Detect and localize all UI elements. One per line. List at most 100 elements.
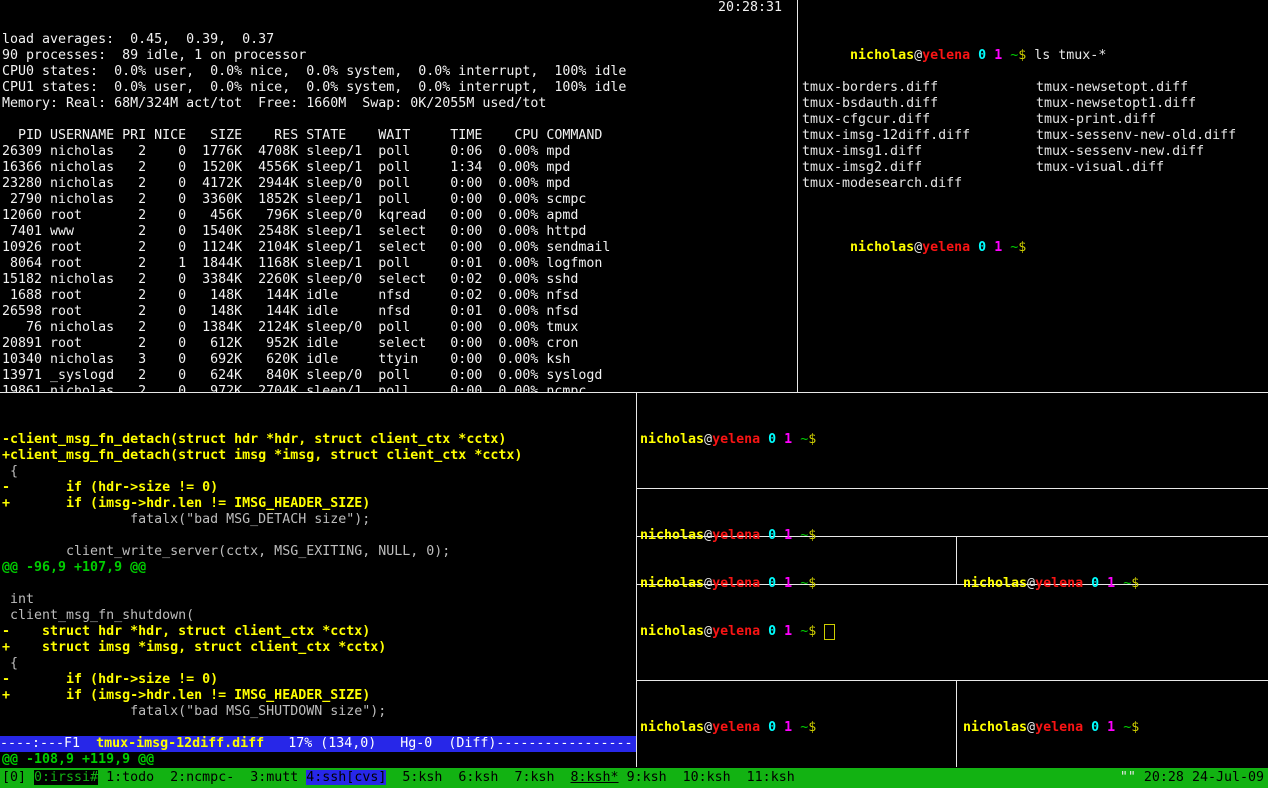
prompt-part: 1 [784, 432, 792, 447]
prompt-part: @ [1027, 720, 1035, 735]
shell-prompt-line: nicholas@yelena 0 1 ~$ [802, 224, 1268, 240]
shell-pane-1[interactable]: nicholas@yelena 0 1 ~$ [637, 393, 1268, 495]
file-name: tmux-cfgcur.diff [802, 112, 1036, 128]
diff-line-added: + if (imsg->hdr.len != IMSG_HEADER_SIZE) [2, 496, 636, 512]
shell-pane-7[interactable]: nicholas@yelena 0 1 ~$ [957, 681, 1268, 774]
modeline-trail: ----------------- [496, 736, 632, 751]
status-window-item[interactable]: 9:ksh [627, 770, 667, 785]
modeline-filename: tmux-imsg-12diff.diff [96, 736, 264, 751]
pane-border-vertical-top [797, 0, 798, 392]
prompt-part: yelena [712, 432, 760, 447]
status-window-item[interactable]: 6:ksh [458, 770, 498, 785]
prompt-part: nicholas [640, 720, 704, 735]
status-window-item[interactable]: 5:ksh [402, 770, 442, 785]
prompt-part: yelena [1035, 720, 1083, 735]
status-sep [386, 770, 402, 785]
modeline-prefix: ----:---F1 [0, 736, 96, 751]
command-text: ls tmux-* [1026, 48, 1106, 63]
status-session: [0] [2, 770, 34, 785]
diff-line-added: +client_msg_fn_detach(struct imsg *imsg,… [2, 448, 636, 464]
file-row: tmux-modesearch.diff [802, 176, 1268, 192]
shell-pane-4[interactable]: nicholas@yelena 0 1 ~$ [957, 537, 1268, 591]
status-window-item[interactable]: 1:todo [106, 770, 154, 785]
prompt-part: 0 [768, 432, 776, 447]
status-window-item[interactable]: 10:ksh [683, 770, 731, 785]
status-window-item[interactable]: 7:ksh [514, 770, 554, 785]
top-process-monitor-pane[interactable]: load averages: 0.45, 0.39, 0.3790 proces… [0, 0, 797, 392]
modeline-info: 17% (134,0) Hg-0 (Diff) [264, 736, 496, 751]
process-row: 7401 www 2 0 1540K 2548K sleep/1 select … [2, 224, 797, 240]
diff-line-blank [2, 720, 636, 736]
process-row: 76 nicholas 2 0 1384K 2124K sleep/0 poll… [2, 320, 797, 336]
process-row: 26598 root 2 0 148K 144K idle nfsd 0:01 … [2, 304, 797, 320]
status-window-item[interactable]: 4:ssh[cvs] [306, 770, 386, 785]
shell-prompt: nicholas@yelena 0 1 ~$ [850, 240, 1026, 255]
status-sep [442, 770, 458, 785]
file-name: tmux-modesearch.diff [802, 176, 1036, 192]
file-name: tmux-newsetopt.diff [1036, 80, 1188, 95]
status-clock: 20:28 [1144, 770, 1184, 785]
diff-line-context: { [2, 464, 636, 480]
process-row: 16366 nicholas 2 0 1520K 4556K sleep/1 p… [2, 160, 797, 176]
diff-line-removed: -client_msg_fn_detach(struct hdr *hdr, s… [2, 432, 636, 448]
prompt-part [760, 720, 768, 735]
top-blank-line [2, 112, 797, 128]
file-row: tmux-imsg2.difftmux-visual.diff [802, 160, 1268, 176]
process-row: 15182 nicholas 2 0 3384K 2260K sleep/0 s… [2, 272, 797, 288]
file-name: tmux-bsdauth.diff [802, 96, 1036, 112]
prompt-part [760, 624, 768, 639]
prompt-part: nicholas [640, 624, 704, 639]
diff-line-context: { [2, 656, 636, 672]
prompt-part [792, 624, 800, 639]
diff-line-removed: - if (hdr->size != 0) [2, 672, 636, 688]
diff-line-hunk: @@ -108,9 +119,9 @@ [2, 752, 636, 768]
file-row: tmux-imsg-12diff.difftmux-sessenv-new-ol… [802, 128, 1268, 144]
process-row: 20891 root 2 0 612K 952K idle select 0:0… [2, 336, 797, 352]
prompt-part [760, 432, 768, 447]
top-output: load averages: 0.45, 0.39, 0.3790 proces… [0, 32, 797, 392]
status-window-item[interactable]: 3:mutt [250, 770, 298, 785]
process-table-header: PID USERNAME PRI NICE SIZE RES STATE WAI… [2, 128, 797, 144]
shell-pane-5-active[interactable]: nicholas@yelena 0 1 ~$ [637, 585, 1268, 687]
shell-pane-2[interactable]: nicholas@yelena 0 1 ~$ [637, 489, 1268, 543]
diff-line-blank [2, 528, 636, 544]
status-window-item[interactable]: 0:irssi# [34, 770, 98, 785]
file-name: tmux-imsg2.diff [802, 160, 1036, 176]
shell-prompt: nicholas@yelena 0 1 ~$ [640, 720, 959, 736]
prompt-part [776, 624, 784, 639]
tmux-status-bar: [0] 0:irssi# 1:todo 2:ncmpc- 3:mutt 4:ss… [0, 768, 1268, 788]
status-pane-title: "" [1120, 770, 1144, 785]
file-name: tmux-newsetopt1.diff [1036, 96, 1196, 111]
top-summary-line: load averages: 0.45, 0.39, 0.37 [2, 32, 797, 48]
shell-prompt: nicholas@yelena 0 1 ~$ [850, 48, 1026, 63]
process-row: 19861 nicholas 2 0 972K 2704K sleep/1 po… [2, 384, 797, 392]
emacs-diff-pane[interactable]: -client_msg_fn_detach(struct hdr *hdr, s… [0, 393, 636, 768]
prompt-part: $ [808, 720, 816, 735]
prompt-part: 0 [768, 624, 776, 639]
shell-pane-3[interactable]: nicholas@yelena 0 1 ~$ [637, 537, 959, 591]
status-right: "" 20:28 24-Jul-09 [1120, 768, 1264, 788]
shell-pane-ls[interactable]: nicholas@yelena 0 1 ~$ ls tmux-* tmux-bo… [798, 0, 1268, 392]
file-row: tmux-cfgcur.difftmux-print.diff [802, 112, 1268, 128]
prompt-part: ~ [1123, 720, 1131, 735]
file-row: tmux-imsg1.difftmux-sessenv-new.diff [802, 144, 1268, 160]
shell-pane-6[interactable]: nicholas@yelena 0 1 ~$ [637, 681, 959, 774]
shell-prompt-line: nicholas@yelena 0 1 ~$ ls tmux-* [802, 32, 1268, 48]
shell-prompt: nicholas@yelena 0 1 ~$ [640, 432, 1268, 448]
file-list: tmux-borders.difftmux-newsetopt.difftmux… [802, 80, 1268, 192]
process-row: 12060 root 2 0 456K 796K sleep/0 kqread … [2, 208, 797, 224]
file-row: tmux-bsdauth.difftmux-newsetopt1.diff [802, 96, 1268, 112]
prompt-part: $ [1018, 240, 1026, 255]
prompt-part [1083, 720, 1091, 735]
file-name: tmux-imsg-12diff.diff [802, 128, 1036, 144]
prompt-part: @ [914, 240, 922, 255]
terminal-cursor[interactable] [824, 624, 835, 640]
prompt-part: ~ [800, 432, 808, 447]
status-window-item[interactable]: 11:ksh [747, 770, 795, 785]
status-window-item[interactable]: 8:ksh* [571, 770, 619, 785]
prompt-part [792, 720, 800, 735]
status-window-item[interactable]: 2:ncmpc- [170, 770, 234, 785]
prompt-part: 0 [978, 48, 986, 63]
prompt-part: ~ [800, 720, 808, 735]
prompt-part [1099, 720, 1107, 735]
